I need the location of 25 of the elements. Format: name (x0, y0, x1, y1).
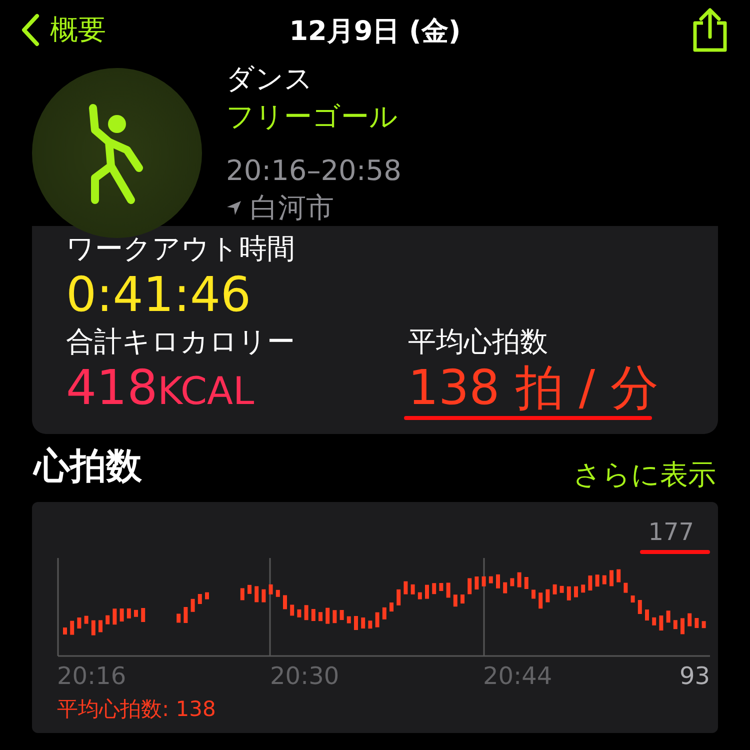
time-range: 20:16–20:58 (226, 152, 402, 189)
time-label: 20:16 (57, 660, 128, 692)
section-title: 心拍数 (34, 444, 142, 489)
calories-value: 418 (66, 360, 158, 416)
avg-hr-label: 平均心拍数 (408, 324, 549, 360)
back-chevron-icon (20, 13, 40, 47)
avg-hr-value: 138 (408, 360, 500, 416)
location-name: 白河市 (250, 190, 334, 226)
min-value: 93 (679, 660, 710, 692)
show-more-link[interactable]: さらに表示 (573, 456, 716, 494)
activity-type: ダンス (226, 61, 314, 97)
max-value: 177 (648, 516, 694, 548)
goal-type: フリーゴール (226, 98, 399, 135)
calories-unit: KCAL (158, 368, 254, 415)
duration-value: 0:41:46 (66, 268, 252, 323)
calories-label: 合計キロカロリー (66, 324, 296, 360)
time-label: 20:30 (270, 660, 340, 692)
average-label: 平均心拍数: 138 (57, 696, 217, 723)
location-arrow-icon (226, 200, 242, 216)
page-title: 12月9日 (金) (289, 15, 461, 49)
avg-hr-unit: 拍 / 分 (516, 360, 658, 416)
duration-label: ワークアウト時間 (66, 231, 296, 267)
back-button[interactable]: 概要 (20, 9, 106, 51)
time-label: 20:44 (483, 660, 552, 692)
underline-mark (640, 550, 710, 554)
